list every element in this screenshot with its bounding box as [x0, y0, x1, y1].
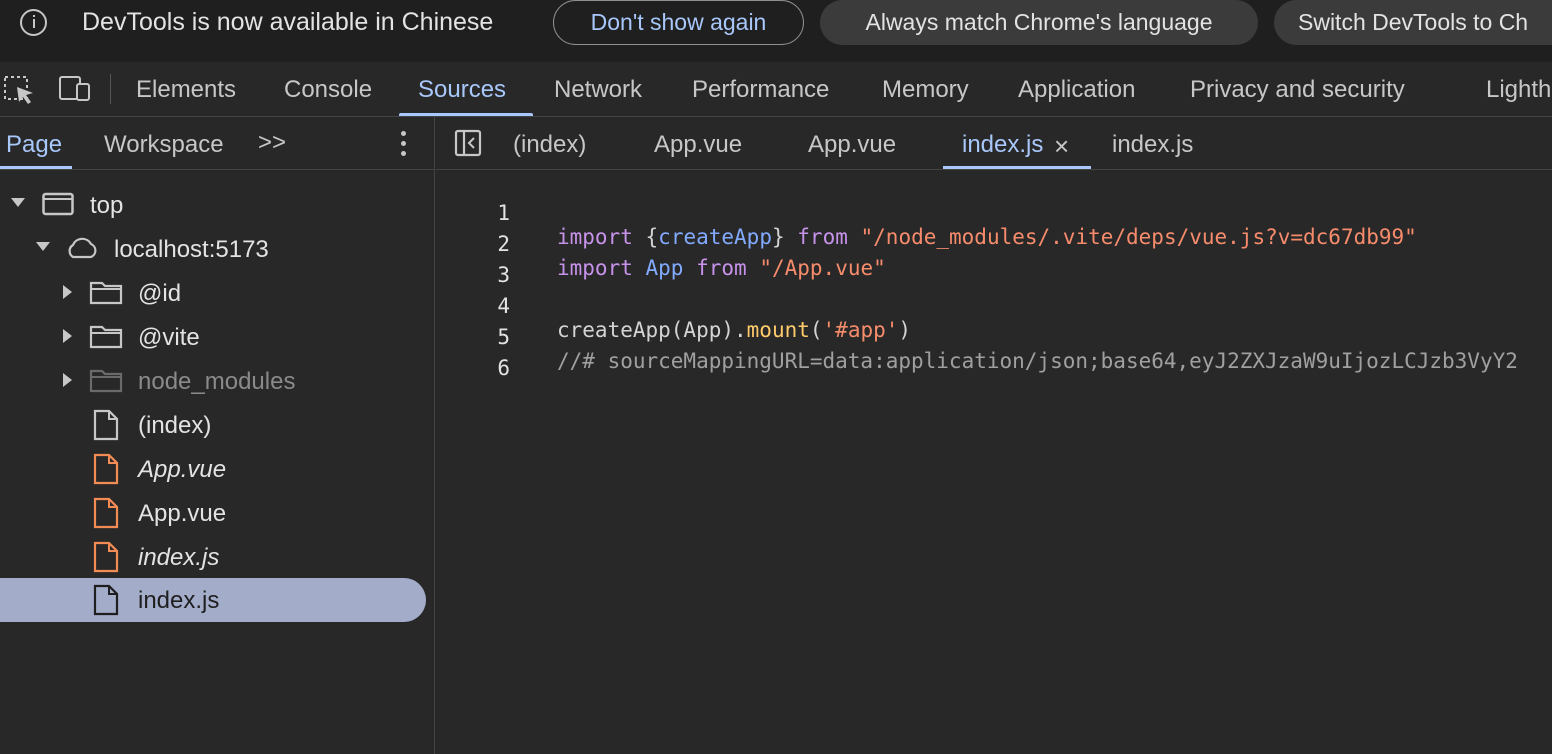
code-line: 1 import {createApp} from "/node_modules…: [436, 177, 1552, 249]
editor-active-tab-indicator: [943, 166, 1091, 169]
always-match-language-button[interactable]: Always match Chrome's language: [820, 0, 1258, 45]
tab-performance[interactable]: Performance: [692, 76, 829, 104]
tree-item-label: top: [90, 192, 124, 219]
tree-item-top[interactable]: top: [0, 183, 426, 227]
tab-privacy-security[interactable]: Privacy and security: [1190, 76, 1405, 104]
vue-file-icon: [93, 497, 119, 529]
tab-page[interactable]: Page: [6, 131, 62, 159]
expand-arrow-icon[interactable]: [11, 198, 25, 207]
code-area[interactable]: 1 import {createApp} from "/node_modules…: [436, 177, 1552, 747]
tree-item-label: index.js: [138, 544, 220, 571]
dont-show-again-button[interactable]: Don't show again: [553, 0, 804, 45]
info-icon: [20, 9, 47, 36]
file-icon: [93, 584, 119, 616]
inspect-element-icon[interactable]: [2, 74, 36, 104]
tab-sources[interactable]: Sources: [418, 76, 506, 104]
devtools-main-toolbar: Elements Console Sources Network Perform…: [0, 62, 1552, 117]
tab-console[interactable]: Console: [284, 76, 372, 104]
tree-item-node-modules-folder[interactable]: node_modules: [0, 359, 426, 403]
more-tabs-chevron-icon[interactable]: >>: [258, 129, 286, 157]
editor-tab-index-js-active[interactable]: index.js: [962, 131, 1043, 159]
editor-tab-index-js[interactable]: index.js: [1112, 131, 1193, 159]
editor-tab-app-vue[interactable]: App.vue: [654, 131, 742, 159]
close-tab-icon[interactable]: ×: [1054, 131, 1069, 162]
collapse-arrow-icon[interactable]: [63, 373, 72, 387]
cloud-icon: [68, 237, 97, 259]
sources-navigator: Page Workspace >> top localhost:5173 @id: [0, 117, 435, 754]
editor-tabs: (index) App.vue App.vue index.js × index…: [436, 117, 1552, 170]
active-tab-indicator: [399, 113, 533, 116]
collapse-arrow-icon[interactable]: [63, 285, 72, 299]
tab-memory[interactable]: Memory: [882, 76, 969, 104]
tree-item-label: App.vue: [138, 456, 227, 483]
tree-item-index-file[interactable]: (index): [0, 403, 426, 447]
tree-item-label: (index): [138, 412, 212, 439]
switch-language-button[interactable]: Switch DevTools to Ch: [1274, 0, 1552, 45]
folder-icon: [89, 369, 123, 393]
more-options-icon[interactable]: [400, 131, 408, 159]
code-line: 3: [436, 239, 1552, 287]
tab-workspace[interactable]: Workspace: [104, 131, 224, 159]
toolbar-divider: [110, 74, 111, 104]
tab-elements[interactable]: Elements: [136, 76, 236, 104]
vue-file-icon: [93, 453, 119, 485]
folder-icon: [89, 325, 123, 349]
code-line: 2 import App from "/App.vue": [436, 208, 1552, 280]
tree-item-localhost[interactable]: localhost:5173: [0, 227, 426, 271]
editor-tab-app-vue[interactable]: App.vue: [808, 131, 896, 159]
tree-item-app-vue-file[interactable]: App.vue: [0, 447, 426, 491]
js-file-icon: [93, 541, 119, 573]
tree-item-index-js-file-selected[interactable]: index.js: [0, 578, 426, 622]
tree-item-label: @id: [138, 280, 182, 307]
expand-arrow-icon[interactable]: [36, 242, 50, 251]
line-number: 6: [497, 356, 510, 380]
language-infobar: DevTools is now available in Chinese Don…: [0, 0, 1552, 62]
tab-network[interactable]: Network: [554, 76, 642, 104]
tree-item-index-js-file[interactable]: index.js: [0, 535, 426, 579]
tree-item-label: @vite: [138, 324, 200, 351]
editor-tab-index[interactable]: (index): [513, 131, 586, 159]
tree-item-app-vue-file[interactable]: App.vue: [0, 491, 426, 535]
code-line: 6: [436, 332, 1552, 380]
source-editor: (index) App.vue App.vue index.js × index…: [436, 117, 1552, 754]
toggle-navigator-icon[interactable]: [454, 129, 482, 157]
navigator-tabs: Page Workspace >>: [0, 117, 435, 170]
tree-item-label: index.js: [138, 587, 220, 614]
code-line: 5 //# sourceMappingURL=data:application/…: [436, 301, 1552, 373]
code-line: 4 createApp(App).mount('#app'): [436, 270, 1552, 342]
tree-item-label: App.vue: [138, 500, 227, 527]
tree-item-label: localhost:5173: [114, 236, 269, 263]
tab-application[interactable]: Application: [1018, 76, 1135, 104]
file-icon: [93, 409, 119, 441]
infobar-message: DevTools is now available in Chinese: [82, 8, 494, 36]
tree-item-vite-folder[interactable]: @vite: [0, 315, 426, 359]
navigator-active-tab-indicator: [0, 166, 72, 169]
folder-icon: [89, 281, 123, 305]
tree-item-id-folder[interactable]: @id: [0, 271, 426, 315]
tree-item-label: node_modules: [138, 368, 296, 395]
device-toolbar-icon[interactable]: [58, 74, 92, 104]
collapse-arrow-icon[interactable]: [63, 329, 72, 343]
frame-icon: [42, 192, 74, 216]
tab-lighthouse[interactable]: Lighth: [1486, 76, 1551, 104]
